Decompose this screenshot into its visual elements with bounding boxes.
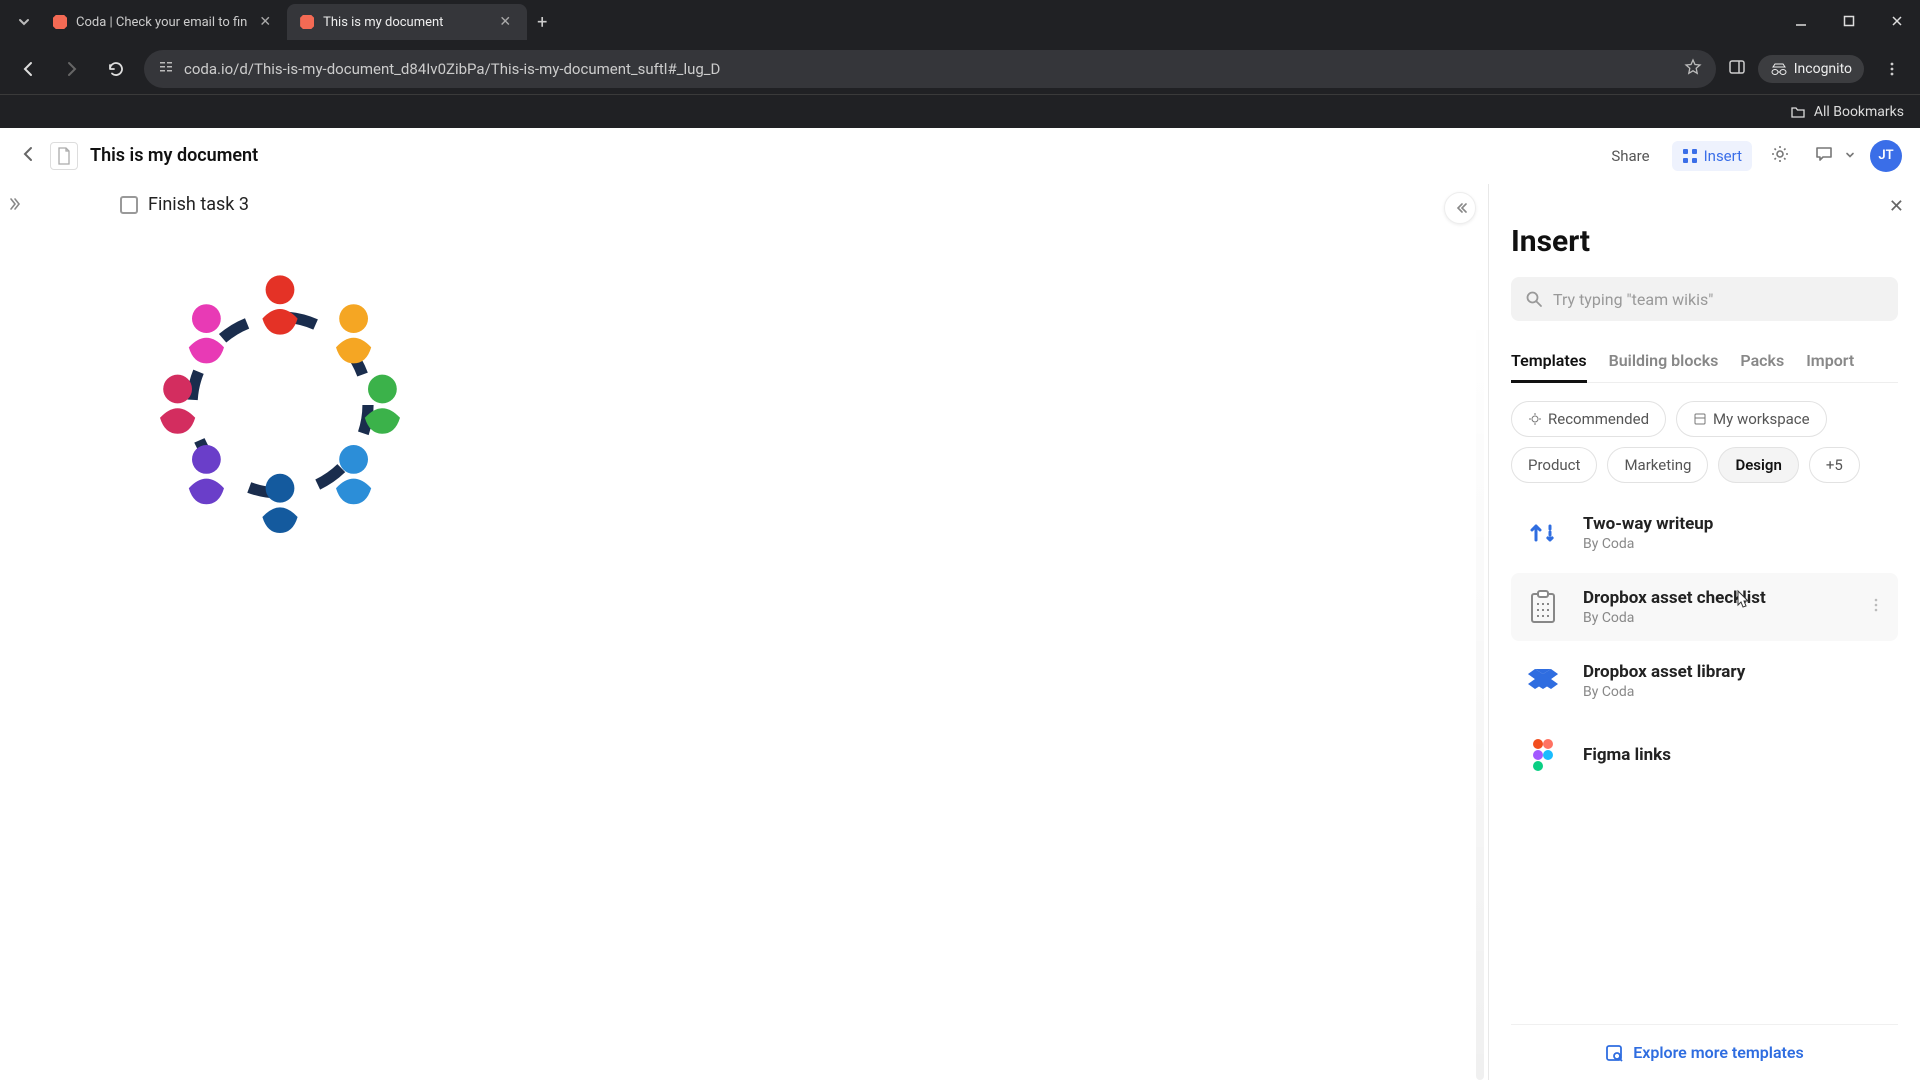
template-author: By Coda — [1583, 684, 1888, 700]
template-author: By Coda — [1583, 610, 1846, 626]
minimize-icon[interactable] — [1786, 6, 1816, 36]
clipboard-icon — [1521, 585, 1565, 629]
tab-strip: Coda | Check your email to fin ✕ This is… — [0, 0, 1920, 44]
tab-search-dropdown[interactable] — [8, 6, 40, 38]
template-item-dropbox-library[interactable]: Dropbox asset library By Coda — [1511, 647, 1898, 715]
tab-title: This is my document — [323, 15, 487, 30]
panel-title: Insert — [1511, 224, 1898, 259]
chip-marketing[interactable]: Marketing — [1607, 447, 1708, 483]
reload-icon[interactable] — [100, 53, 132, 85]
template-author: By Coda — [1583, 536, 1888, 552]
coda-favicon-icon — [299, 14, 315, 30]
tab-building-blocks[interactable]: Building blocks — [1609, 343, 1719, 382]
new-tab-button[interactable]: + — [527, 8, 557, 37]
bookmarks-bar: All Bookmarks — [0, 94, 1920, 128]
template-title: Figma links — [1583, 745, 1888, 765]
filter-chips: Recommended My workspace Product Marketi… — [1511, 401, 1898, 483]
sparkle-icon — [1528, 412, 1542, 426]
all-bookmarks-link[interactable]: All Bookmarks — [1814, 104, 1904, 120]
chip-product[interactable]: Product — [1511, 447, 1597, 483]
explore-icon — [1605, 1044, 1623, 1062]
search-icon — [1525, 290, 1543, 308]
url-text: coda.io/d/This-is-my-document_d84Iv0ZibP… — [184, 60, 1674, 78]
document-icon[interactable] — [50, 142, 78, 170]
close-icon[interactable]: ✕ — [1889, 196, 1904, 217]
chevron-down-icon[interactable] — [1842, 144, 1858, 167]
collapse-panel-icon[interactable] — [1444, 192, 1476, 224]
forward-icon[interactable] — [56, 53, 88, 85]
tab-templates[interactable]: Templates — [1511, 343, 1587, 382]
embedded-image[interactable] — [120, 245, 440, 565]
workspace-icon — [1693, 412, 1707, 426]
tab-title: Coda | Check your email to fin — [76, 15, 247, 30]
app-header: This is my document Share Insert JT — [0, 128, 1920, 184]
back-icon[interactable] — [12, 53, 44, 85]
maximize-icon[interactable] — [1834, 6, 1864, 36]
template-list: Two-way writeup By Coda Dropbox asset ch… — [1511, 499, 1898, 789]
app-back-icon[interactable] — [18, 144, 38, 168]
incognito-label: Incognito — [1794, 61, 1852, 77]
template-item-dropbox-checklist[interactable]: Dropbox asset checklist By Coda — [1511, 573, 1898, 641]
insert-panel: ✕ Insert Templates Building blocks Packs… — [1488, 184, 1920, 1080]
task-text: Finish task 3 — [148, 194, 249, 215]
template-title: Two-way writeup — [1583, 514, 1888, 534]
browser-toolbar: coda.io/d/This-is-my-document_d84Iv0ZibP… — [0, 44, 1920, 94]
comment-icon[interactable] — [1808, 138, 1840, 174]
gear-icon[interactable] — [1764, 138, 1796, 174]
address-bar[interactable]: coda.io/d/This-is-my-document_d84Iv0ZibP… — [144, 50, 1716, 88]
incognito-icon — [1770, 62, 1788, 76]
chip-more[interactable]: +5 — [1809, 447, 1860, 483]
scrollbar[interactable] — [1476, 304, 1484, 1080]
template-title: Dropbox asset library — [1583, 662, 1888, 682]
share-button[interactable]: Share — [1601, 141, 1659, 171]
folder-icon — [1790, 104, 1806, 120]
page-title[interactable]: This is my document — [90, 145, 258, 166]
expand-sidebar-icon[interactable] — [6, 196, 22, 216]
search-box[interactable] — [1511, 277, 1898, 321]
side-panel-icon[interactable] — [1728, 58, 1746, 80]
figma-icon — [1521, 733, 1565, 777]
star-icon[interactable] — [1684, 58, 1702, 80]
site-settings-icon[interactable] — [158, 59, 174, 79]
twoway-icon — [1521, 511, 1565, 555]
app-body: Finish task 3 — [0, 184, 1920, 1080]
coda-favicon-icon — [52, 14, 68, 30]
browser-menu-icon[interactable] — [1876, 53, 1908, 85]
chip-my-workspace[interactable]: My workspace — [1676, 401, 1827, 437]
template-title: Dropbox asset checklist — [1583, 588, 1846, 608]
more-icon[interactable] — [1864, 593, 1888, 621]
chip-design[interactable]: Design — [1718, 447, 1798, 483]
insert-button[interactable]: Insert — [1672, 141, 1752, 171]
dropbox-icon — [1521, 659, 1565, 703]
browser-tab-1[interactable]: This is my document ✕ — [287, 4, 527, 40]
chip-recommended[interactable]: Recommended — [1511, 401, 1666, 437]
browser-chrome: Coda | Check your email to fin ✕ This is… — [0, 0, 1920, 128]
browser-tab-0[interactable]: Coda | Check your email to fin ✕ — [40, 4, 287, 40]
tab-packs[interactable]: Packs — [1740, 343, 1784, 382]
close-icon[interactable]: ✕ — [495, 12, 515, 32]
close-icon[interactable]: ✕ — [255, 12, 275, 32]
avatar[interactable]: JT — [1870, 140, 1902, 172]
incognito-badge[interactable]: Incognito — [1758, 55, 1864, 83]
search-input[interactable] — [1553, 290, 1884, 309]
window-controls — [1786, 6, 1912, 36]
tab-import[interactable]: Import — [1806, 343, 1854, 382]
close-window-icon[interactable] — [1882, 6, 1912, 36]
panel-tabs: Templates Building blocks Packs Import — [1511, 343, 1898, 383]
document-area: Finish task 3 — [0, 184, 1488, 1080]
task-item[interactable]: Finish task 3 — [40, 194, 1448, 215]
checkbox-icon[interactable] — [120, 196, 138, 214]
explore-templates-link[interactable]: Explore more templates — [1511, 1024, 1898, 1080]
template-item-twoway[interactable]: Two-way writeup By Coda — [1511, 499, 1898, 567]
template-item-figma[interactable]: Figma links — [1511, 721, 1898, 789]
grid-plus-icon — [1682, 148, 1698, 164]
